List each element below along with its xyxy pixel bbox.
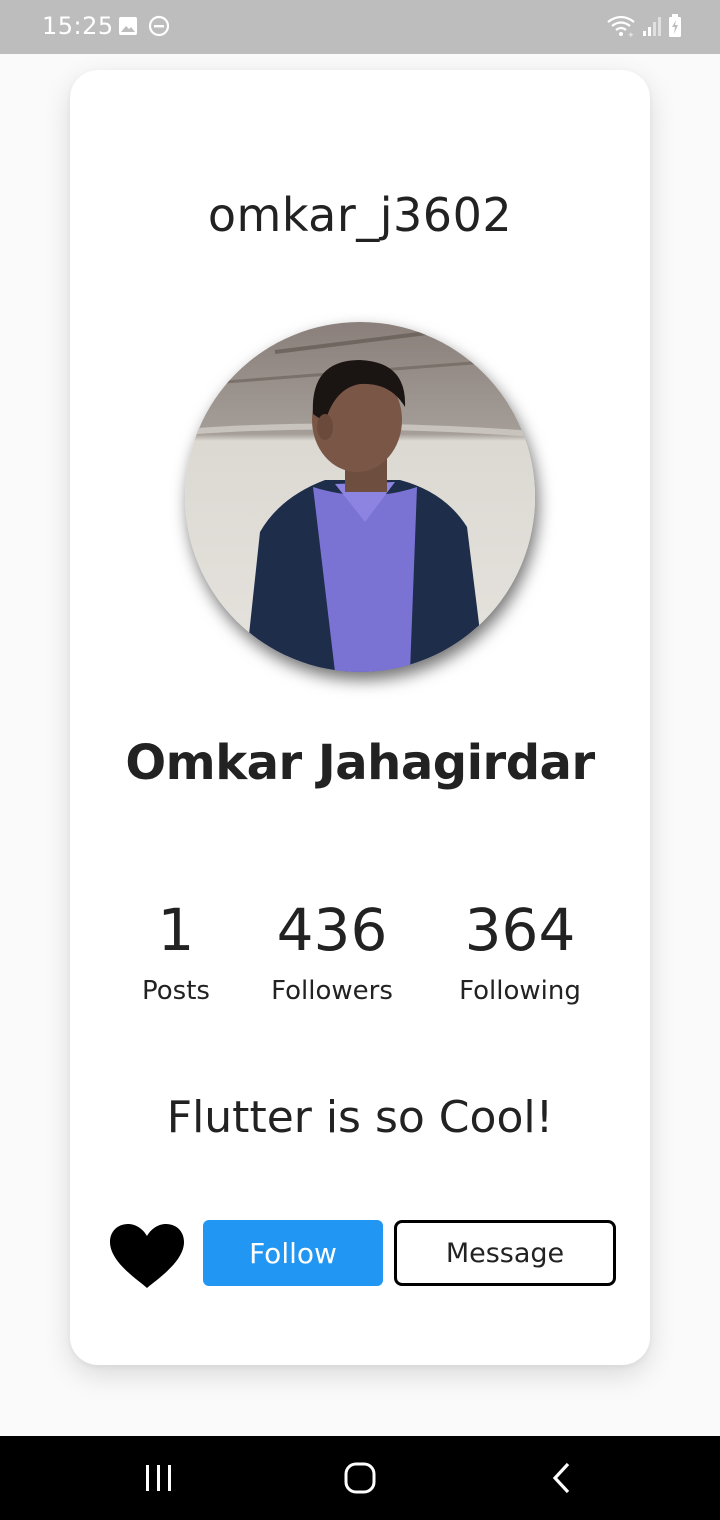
username: omkar_j3602 — [207, 188, 513, 242]
following-label: Following — [459, 976, 581, 1006]
status-left-icons — [118, 15, 170, 41]
navigation-bar — [0, 1436, 720, 1520]
follow-button[interactable]: Follow — [203, 1220, 383, 1286]
home-icon[interactable] — [330, 1456, 390, 1500]
avatar-photo — [185, 322, 535, 672]
following-count: 364 — [464, 896, 576, 964]
stat-posts[interactable]: 1 Posts — [116, 898, 236, 1006]
stat-following[interactable]: 364 Following — [445, 898, 595, 1006]
battery-charging-icon — [668, 14, 682, 42]
profile-card: omkar_j3602 Omkar Jahagirdar 1 Posts 436… — [70, 70, 650, 1365]
followers-count: 436 — [276, 896, 388, 964]
svg-text:+: + — [628, 31, 634, 38]
recent-apps-icon[interactable] — [129, 1456, 189, 1500]
do-not-disturb-icon — [148, 15, 170, 41]
followers-label: Followers — [271, 976, 393, 1006]
status-time: 15:25 — [42, 12, 114, 40]
full-name: Omkar Jahagirdar — [125, 735, 595, 791]
status-bar: 15:25 + — [0, 0, 720, 54]
wifi-icon: + — [606, 14, 636, 42]
image-icon — [118, 16, 138, 40]
stat-followers[interactable]: 436 Followers — [262, 898, 402, 1006]
heart-icon[interactable] — [108, 1222, 186, 1290]
posts-label: Posts — [142, 976, 210, 1006]
action-row: Follow Message — [70, 1220, 650, 1288]
posts-count: 1 — [157, 896, 195, 964]
avatar[interactable] — [185, 322, 535, 672]
signal-icon — [642, 15, 662, 41]
back-icon[interactable] — [532, 1456, 592, 1500]
profile-stats: 1 Posts 436 Followers 364 Following — [70, 898, 650, 1018]
bio: Flutter is so Cool! — [166, 1092, 554, 1143]
message-button[interactable]: Message — [394, 1220, 616, 1286]
status-right-icons: + — [606, 14, 682, 42]
